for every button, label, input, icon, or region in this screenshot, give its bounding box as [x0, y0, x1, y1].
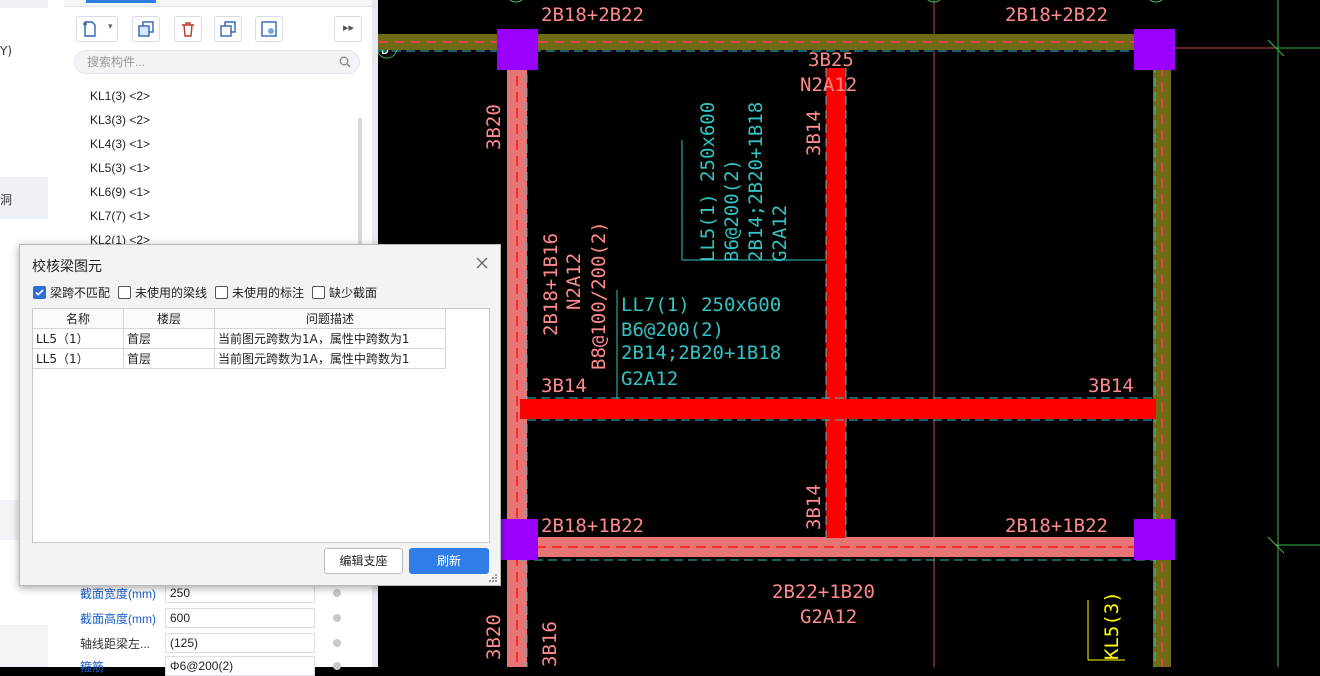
beam-rebar-label: 2B18+1B22 [541, 515, 644, 537]
prop-indicator-dot [333, 614, 341, 622]
check-icon [35, 289, 44, 296]
copy-component-button[interactable] [132, 16, 160, 42]
beam-rebar-label: 2B22+1B20 [772, 581, 875, 603]
beam-rebar-label: 3B14 [803, 110, 825, 156]
resize-grip-icon[interactable] [488, 573, 498, 583]
table-cell-issue[interactable]: 当前图元跨数为1A，属性中跨数为1 [215, 349, 446, 369]
filter-label: 缺少截面 [329, 286, 378, 300]
issue-table: 名称 楼层 问题描述 LL5（1） 首层 当前图元跨数为1A，属性中跨数为1 L… [32, 308, 490, 543]
beam-rebar-label: 3B20 [483, 614, 505, 660]
close-icon[interactable] [474, 255, 490, 271]
search-input[interactable] [85, 54, 329, 70]
beam-ll7-selected[interactable] [520, 399, 1156, 419]
beam-rebar-label: 3B16 [539, 621, 561, 667]
prop-label-section-height: 截面高度(mm) [80, 612, 156, 626]
beam-rebar-label: B8@100/200(2) [588, 221, 610, 370]
component-search[interactable] [74, 50, 360, 74]
delete-component-button[interactable] [174, 16, 202, 42]
beam-rebar-label: N2A12 [563, 253, 585, 310]
beam-rebar-label: 3B14 [803, 484, 825, 530]
table-cell-issue[interactable]: 当前图元跨数为1A，属性中跨数为1 [215, 329, 446, 349]
beam-rebar-label: N2A12 [800, 74, 857, 96]
double-chevron-right-icon: ▸▸ [343, 21, 355, 34]
edit-support-button[interactable]: 编辑支座 [324, 548, 403, 574]
column[interactable] [1134, 519, 1175, 560]
component-list-item[interactable]: KL7(7) <1> [90, 206, 150, 226]
component-list-item[interactable]: KL1(3) <2> [90, 86, 150, 106]
refresh-button[interactable]: 刷新 [409, 548, 489, 574]
duplicate-floor-button[interactable] [214, 16, 242, 42]
prop-value-section-width[interactable]: 250 [165, 583, 315, 603]
prop-value-stirrup[interactable]: Φ6@200(2) [165, 656, 315, 676]
left-strip-item[interactable] [0, 625, 48, 667]
beam-spec-label: LL5(1) 250x600 [697, 102, 719, 262]
component-list-item[interactable]: KL4(3) <1> [90, 134, 150, 154]
prop-indicator-dot [333, 589, 341, 597]
filter-label: 梁跨不匹配 [50, 286, 111, 300]
table-cell-name[interactable]: LL5（1） [33, 349, 124, 369]
beam-rebar-label: G2A12 [800, 606, 857, 628]
component-list-item[interactable]: KL5(3) <1> [90, 158, 150, 178]
dialog-title: 校核梁图元 [32, 259, 102, 275]
settings-icon [261, 21, 277, 37]
checkbox[interactable] [215, 286, 228, 299]
beam-rebar-label: 2B18+1B22 [1005, 515, 1108, 537]
beam-rebar-label: 2B18+2B22 [541, 4, 644, 26]
left-strip-fragment: 洞 [0, 193, 13, 207]
table-cell-floor[interactable]: 首层 [124, 329, 215, 349]
checkbox-checked[interactable] [33, 286, 46, 299]
column-header-name[interactable]: 名称 [33, 309, 124, 329]
beam-spec-label: 2B14;2B20+1B18 [745, 102, 767, 262]
check-beam-dialog[interactable]: 校核梁图元 梁跨不匹配 未使用的梁线 未使用的标注 缺少截面 名称 楼层 问题描… [19, 244, 501, 586]
component-list-item[interactable]: KL3(3) <2> [90, 110, 150, 130]
search-icon[interactable] [339, 56, 351, 68]
beam-spec-label: 2B14;2B20+1B18 [621, 342, 781, 364]
beam-rebar-label: 3B25 [808, 49, 854, 71]
prop-indicator-dot [333, 662, 341, 670]
table-cell-name[interactable]: LL5（1） [33, 329, 124, 349]
layers-copy-icon [220, 21, 236, 37]
new-file-icon [83, 21, 96, 37]
table-cell-floor[interactable]: 首层 [124, 349, 215, 369]
column[interactable] [497, 29, 538, 70]
prop-label-axis-offset: 轴线距梁左... [80, 637, 151, 651]
beam-rebar-label: 3B20 [483, 104, 505, 150]
beam-rebar-label: 2B18+1B16 [540, 233, 562, 336]
checkbox[interactable] [312, 286, 325, 299]
copy-icon [138, 21, 154, 37]
beam-spec-label: LL7(1) 250x600 [621, 294, 781, 316]
prop-value-axis-offset[interactable]: (125) [165, 633, 315, 653]
new-component-button[interactable]: ▾ [76, 16, 118, 42]
list-scrollbar[interactable] [358, 118, 362, 248]
filter-label: 未使用的梁线 [135, 286, 208, 300]
beam-ll5-selected[interactable] [826, 68, 846, 538]
column-header-issue[interactable]: 问题描述 [215, 309, 446, 329]
prop-label-section-width: 截面宽度(mm) [80, 587, 156, 601]
component-list-item[interactable]: KL6(9) <1> [90, 182, 150, 202]
active-tab-indicator [86, 0, 156, 3]
prop-value-section-height[interactable]: 600 [165, 608, 315, 628]
beam-rebar-label: 3B14 [541, 375, 587, 397]
beam-spec-label: B6@200(2) [621, 319, 724, 341]
beam-name-label: KL5(3) [1101, 591, 1123, 660]
beam-spec-label: G2A12 [769, 205, 791, 262]
cad-drawing-canvas[interactable]: D 2B18+2B22 2B18+2B22 [378, 0, 1320, 667]
beam-spec-label: B6@200(2) [721, 159, 743, 262]
property-settings-button[interactable] [255, 16, 283, 42]
beam-spec-label: G2A12 [621, 368, 678, 390]
dropdown-arrow-icon[interactable]: ▾ [108, 22, 113, 32]
trash-icon [182, 22, 194, 37]
left-strip-selected-top[interactable] [0, 0, 48, 8]
expand-toolbar-button[interactable]: ▸▸ [334, 16, 362, 42]
beam-rebar-label: 2B18+2B22 [1005, 4, 1108, 26]
prop-indicator-dot [333, 639, 341, 647]
column[interactable] [497, 519, 538, 560]
column[interactable] [1134, 29, 1175, 70]
beam-rebar-label: 3B14 [1088, 375, 1134, 397]
left-strip-fragment: Y) [0, 44, 13, 58]
filter-label: 未使用的标注 [232, 286, 305, 300]
column-header-floor[interactable]: 楼层 [124, 309, 215, 329]
checkbox[interactable] [118, 286, 131, 299]
